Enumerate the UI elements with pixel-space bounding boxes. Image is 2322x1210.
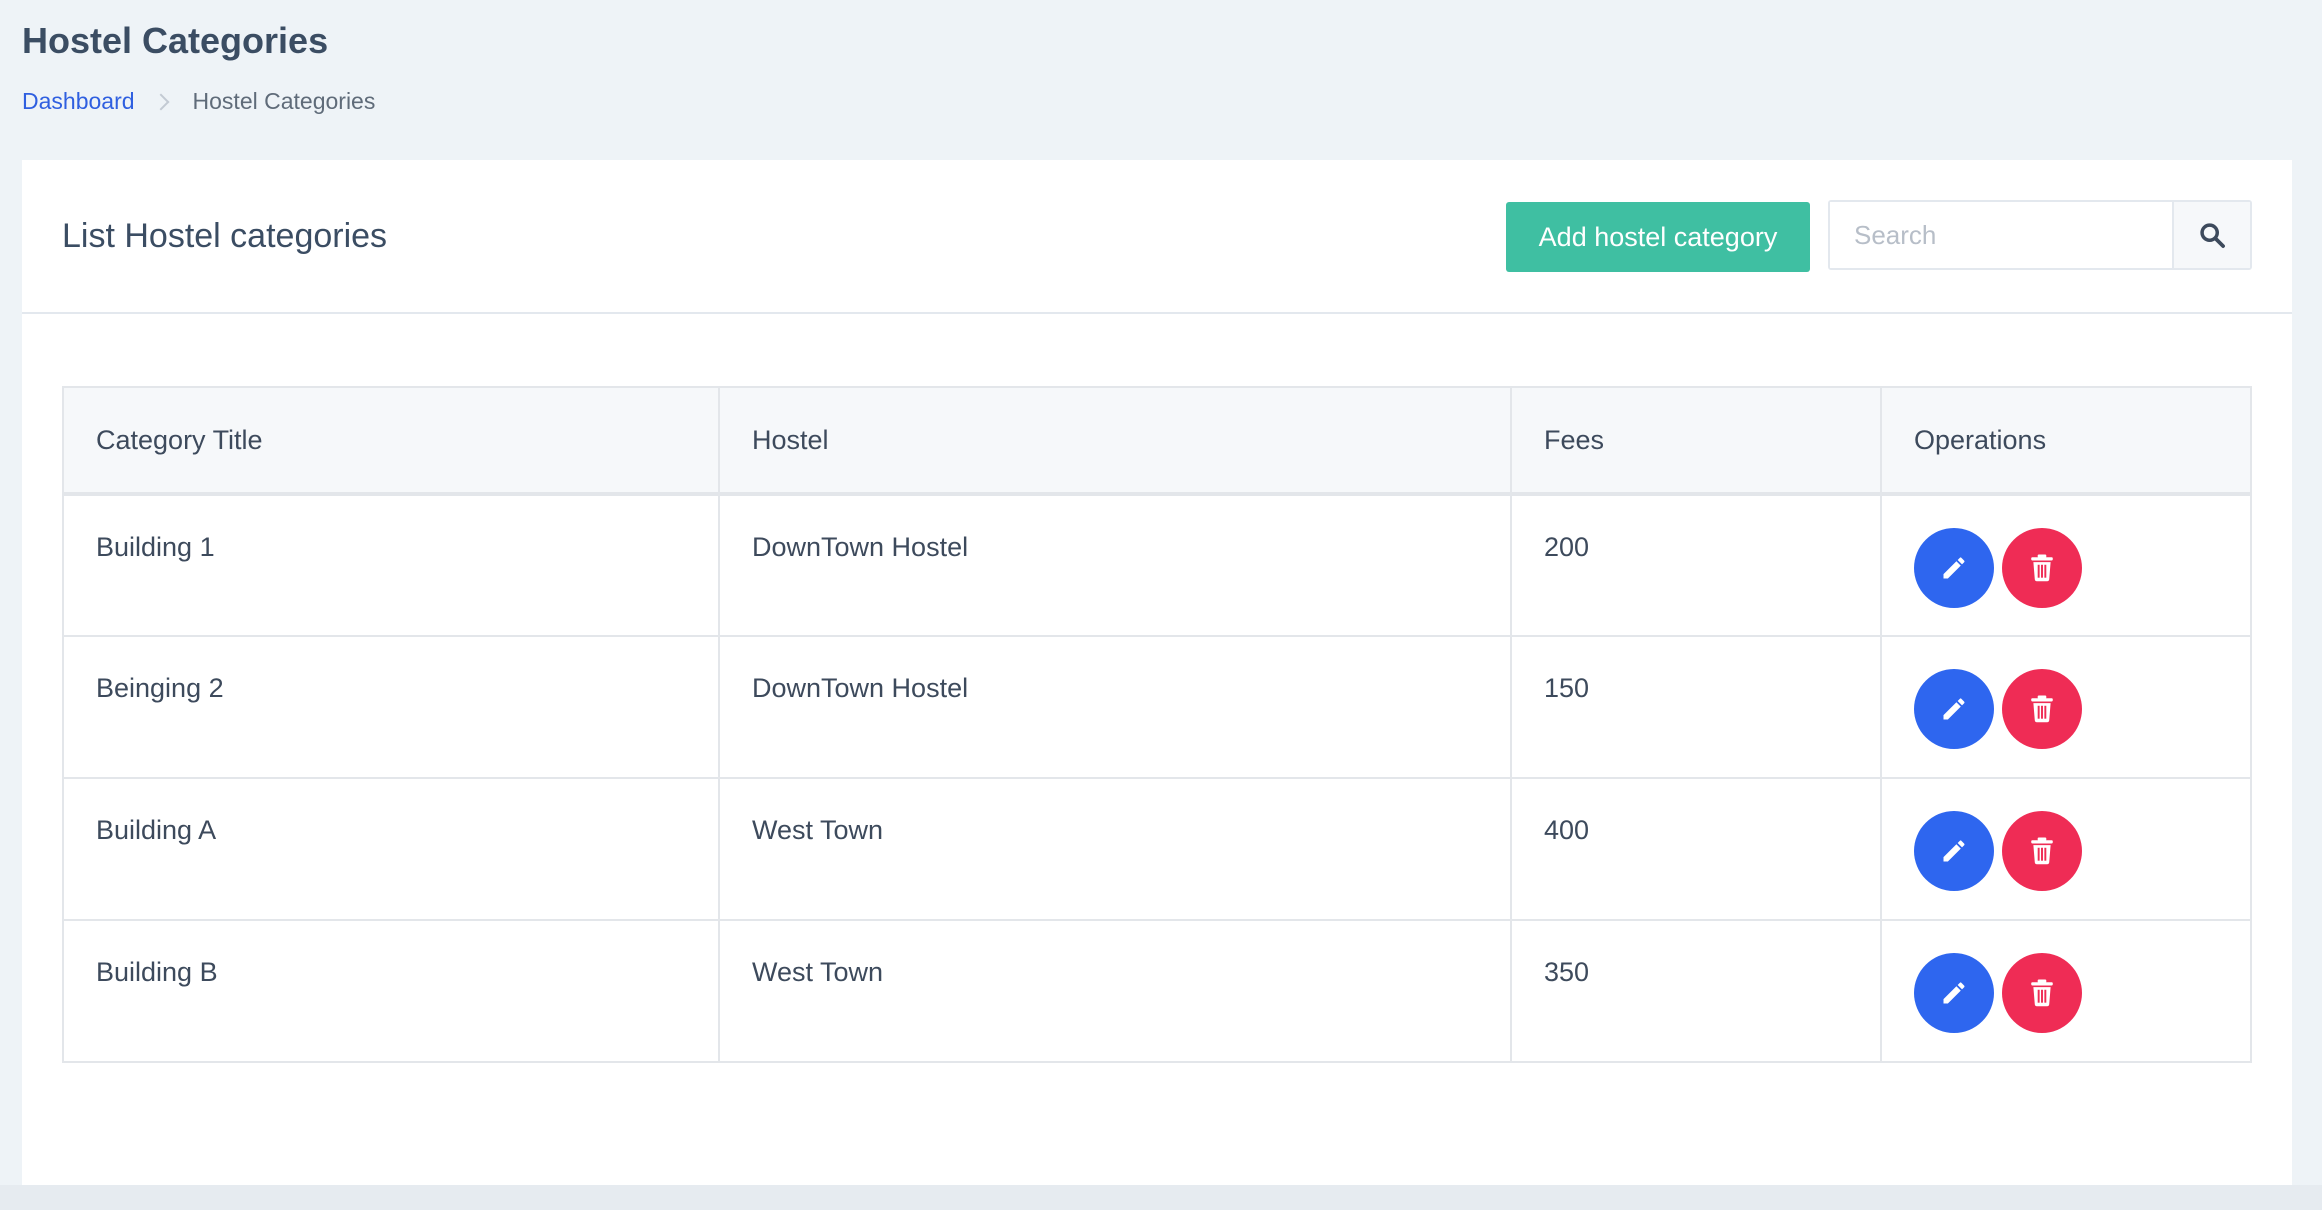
cell-fees: 400	[1510, 777, 1882, 921]
delete-button[interactable]	[2002, 669, 2082, 749]
cell-fees: 200	[1510, 493, 1882, 637]
delete-button[interactable]	[2002, 953, 2082, 1033]
breadcrumb-current: Hostel Categories	[192, 88, 376, 114]
categories-table-wrapper: Category Title Hostel Fees Operations Bu…	[62, 386, 2252, 1063]
table-header-row: Category Title Hostel Fees Operations	[62, 386, 2252, 496]
page-header: Hostel Categories Dashboard Hostel Categ…	[22, 18, 375, 115]
categories-table: Category Title Hostel Fees Operations Bu…	[62, 386, 2252, 1063]
pencil-icon	[1943, 840, 1965, 862]
table-row: Beinging 2 DownTown Hostel 150	[62, 635, 2252, 779]
column-header-fees: Fees	[1510, 386, 1882, 496]
table-row: Building 1 DownTown Hostel 200	[62, 493, 2252, 637]
edit-button[interactable]	[1914, 953, 1994, 1033]
cell-hostel: West Town	[718, 777, 1512, 921]
cell-hostel: DownTown Hostel	[718, 635, 1512, 779]
trash-icon	[2031, 554, 2053, 582]
search-group	[1828, 200, 2252, 270]
search-icon	[2200, 223, 2225, 248]
trash-icon	[2031, 695, 2053, 723]
operations-group	[1914, 669, 2218, 749]
cell-hostel: DownTown Hostel	[718, 493, 1512, 637]
cell-category-title: Building B	[62, 919, 720, 1063]
delete-button[interactable]	[2002, 528, 2082, 608]
cell-fees: 150	[1510, 635, 1882, 779]
cell-fees: 350	[1510, 919, 1882, 1063]
cell-operations	[1880, 493, 2252, 637]
column-header-hostel: Hostel	[718, 386, 1512, 496]
breadcrumb: Dashboard Hostel Categories	[22, 88, 375, 115]
table-row: Building A West Town 400	[62, 777, 2252, 921]
categories-card: List Hostel categories Add hostel catego…	[22, 160, 2292, 1185]
cell-category-title: Building 1	[62, 493, 720, 637]
cell-operations	[1880, 919, 2252, 1063]
card-title: List Hostel categories	[62, 217, 388, 255]
pencil-icon	[1943, 698, 1965, 720]
add-hostel-category-button[interactable]: Add hostel category	[1506, 202, 1810, 272]
cell-category-title: Building A	[62, 777, 720, 921]
column-header-category-title: Category Title	[62, 386, 720, 496]
edit-button[interactable]	[1914, 528, 1994, 608]
trash-icon	[2031, 979, 2053, 1007]
delete-button[interactable]	[2002, 811, 2082, 891]
operations-group	[1914, 528, 2218, 608]
pencil-icon	[1943, 557, 1965, 579]
page-bottom-shade	[0, 1185, 2322, 1210]
page-title: Hostel Categories	[22, 20, 329, 61]
search-button[interactable]	[2172, 202, 2250, 268]
trash-icon	[2031, 837, 2053, 865]
operations-group	[1914, 953, 2218, 1033]
operations-group	[1914, 811, 2218, 891]
chevron-right-icon	[152, 93, 170, 110]
search-input[interactable]	[1830, 202, 2172, 268]
edit-button[interactable]	[1914, 669, 1994, 749]
table-row: Building B West Town 350	[62, 919, 2252, 1063]
card-header: List Hostel categories Add hostel catego…	[22, 160, 2292, 314]
cell-operations	[1880, 635, 2252, 779]
cell-category-title: Beinging 2	[62, 635, 720, 779]
cell-hostel: West Town	[718, 919, 1512, 1063]
breadcrumb-dashboard-link[interactable]: Dashboard	[22, 88, 135, 115]
cell-operations	[1880, 777, 2252, 921]
pencil-icon	[1943, 982, 1965, 1004]
edit-button[interactable]	[1914, 811, 1994, 891]
column-header-operations: Operations	[1880, 386, 2252, 496]
